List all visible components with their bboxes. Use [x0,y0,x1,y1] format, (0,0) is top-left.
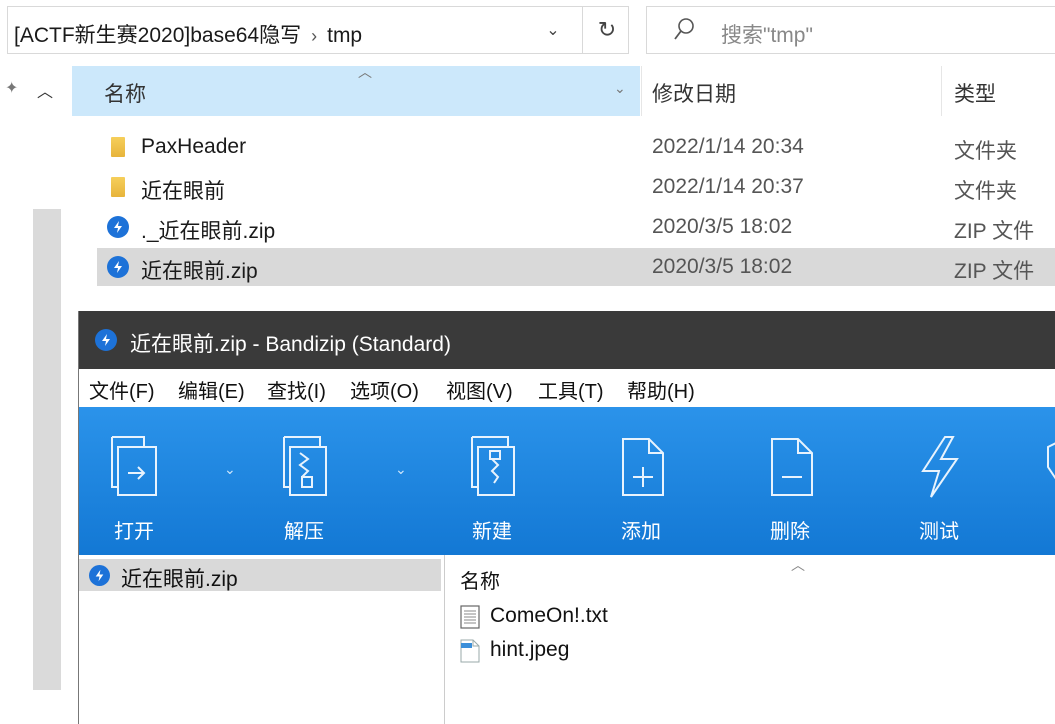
text-file-icon [460,605,480,629]
breadcrumb-current[interactable]: tmp [327,24,362,47]
column-header-name[interactable]: 名称 [460,565,500,594]
column-name-label: 名称 [104,83,146,106]
file-name: PaxHeader [141,135,247,158]
sort-ascending-icon: ︿ [358,64,372,80]
delete-button[interactable]: 删除 [750,407,830,555]
open-button[interactable]: 打开 [94,407,174,555]
file-row[interactable]: PaxHeader 2022/1/14 20:34 文件夹 [97,128,1055,166]
test-button[interactable]: 测试 [899,407,979,555]
file-date: 2020/3/5 18:02 [652,215,793,238]
menu-help[interactable]: 帮助(H) [627,375,695,404]
file-type: 文件夹 [954,140,1017,163]
add-file-icon [622,438,664,496]
add-label: 添加 [621,521,661,543]
menu-view[interactable]: 视图(V) [446,375,513,404]
address-bar[interactable]: [ACTF新生赛2020]base64隐写 › tmp ⌄ ↻ [7,6,629,54]
lightning-icon [921,436,959,498]
new-label: 新建 [472,521,512,543]
column-divider[interactable] [641,66,642,116]
file-date: 2020/3/5 18:02 [652,255,793,278]
title-bar[interactable]: 近在眼前.zip - Bandizip (Standard) [79,311,1055,369]
menu-edit[interactable]: 编辑(E) [178,375,245,404]
open-label: 打开 [114,521,154,543]
column-divider[interactable] [941,66,942,116]
scroll-up-arrow-icon[interactable]: ︿ [37,78,53,102]
open-dropdown-chevron-icon[interactable]: ⌄ [224,461,236,478]
tree-item-label: 近在眼前.zip [121,568,238,591]
file-type: ZIP 文件 [954,260,1035,283]
test-label: 测试 [919,521,959,543]
extract-button[interactable]: 解压 [264,407,344,555]
delete-file-icon [771,438,813,496]
bandizip-app-icon [95,329,117,351]
file-date: 2022/1/14 20:37 [652,175,804,198]
folder-icon [111,137,125,157]
folder-icon [111,177,125,197]
pin-icon[interactable]: ✦ [5,78,18,98]
bandizip-zip-icon [107,216,129,238]
bandizip-window: 近在眼前.zip - Bandizip (Standard) 文件(F) 编辑(… [78,311,1055,724]
sort-ascending-icon: ︿ [791,557,805,573]
navigation-pane: ✦ ︿ [0,66,70,724]
window-title: 近在眼前.zip - Bandizip (Standard) [130,333,451,356]
breadcrumb-separator[interactable]: › [311,26,317,46]
file-name: hint.jpeg [490,638,570,661]
file-date: 2022/1/14 20:34 [652,135,804,158]
file-row-selected[interactable]: 近在眼前.zip 2020/3/5 18:02 ZIP 文件 [97,248,1055,286]
file-row[interactable]: 近在眼前 2022/1/14 20:37 文件夹 [97,168,1055,206]
new-archive-button[interactable]: 新建 [452,407,532,555]
extract-dropdown-chevron-icon[interactable]: ⌄ [395,461,407,478]
file-name: 近在眼前 [141,180,225,203]
delete-label: 删除 [770,521,810,543]
file-type: ZIP 文件 [954,220,1035,243]
search-box[interactable]: 搜索"tmp" [646,6,1055,54]
search-input[interactable]: 搜索"tmp" [721,19,813,49]
column-header-type[interactable]: 类型 [954,78,996,108]
open-icon [111,436,157,496]
column-header-row: 名称 ︿ ⌄ 修改日期 类型 [70,64,1055,118]
navigation-scrollbar[interactable] [33,209,61,690]
menu-bar: 文件(F) 编辑(E) 查找(I) 选项(O) 视图(V) 工具(T) 帮助(H… [79,369,1055,407]
archive-file-list: 名称 ︿ ComeOn!.txt hint.jpeg [451,555,1055,724]
extract-icon [283,436,327,496]
tree-item-selected[interactable]: 近在眼前.zip [79,559,441,591]
menu-options[interactable]: 选项(O) [350,375,419,404]
shield-icon[interactable] [1045,437,1055,497]
bandizip-zip-icon [107,256,129,278]
search-icon [674,18,694,40]
extract-label: 解压 [284,521,324,543]
menu-find[interactable]: 查找(I) [267,375,326,404]
file-name: 近在眼前.zip [141,260,258,283]
column-filter-chevron-icon[interactable]: ⌄ [614,80,626,97]
breadcrumb: [ACTF新生赛2020]base64隐写 › tmp [14,19,362,49]
column-header-date[interactable]: 修改日期 [652,78,736,108]
file-row[interactable]: ._近在眼前.zip 2020/3/5 18:02 ZIP 文件 [97,208,1055,246]
new-archive-icon [471,436,515,496]
add-button[interactable]: 添加 [601,407,681,555]
file-type: 文件夹 [954,180,1017,203]
column-header-name[interactable]: 名称 ︿ ⌄ [72,64,640,116]
image-file-icon [460,639,480,663]
breadcrumb-folder[interactable]: [ACTF新生赛2020]base64隐写 [14,24,301,47]
menu-file[interactable]: 文件(F) [89,375,155,404]
file-name: ._近在眼前.zip [141,220,276,243]
address-history-dropdown[interactable]: ⌄ [533,15,573,47]
bandizip-zip-icon [89,565,110,586]
refresh-button[interactable]: ↻ [582,7,631,53]
menu-tools[interactable]: 工具(T) [538,375,604,404]
file-name: ComeOn!.txt [490,604,608,627]
toolbar: 打开 ⌄ 解压 ⌄ 新建 添加 删除 测试 [79,407,1055,555]
archive-tree-pane: 近在眼前.zip [79,555,445,724]
